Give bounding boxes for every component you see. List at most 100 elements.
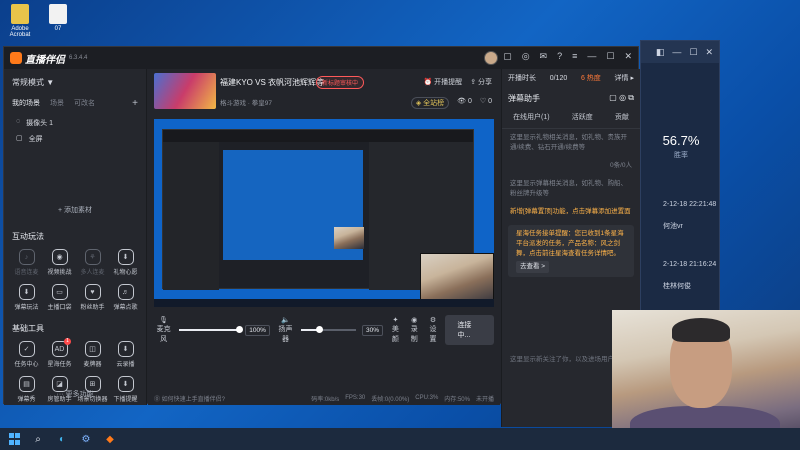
- maximize-icon[interactable]: ☐: [689, 47, 697, 58]
- assistant-icons: ▢ ◎ ⧉: [609, 93, 634, 104]
- close-icon[interactable]: ✕: [624, 51, 632, 62]
- minimize-icon[interactable]: —: [587, 51, 596, 62]
- more-functions-button[interactable]: ··· 更多功能: [4, 389, 146, 399]
- quick-start-link[interactable]: ⓪ 如何快速上手直播伴侣?: [154, 394, 305, 403]
- source-label: 摄像头 1: [26, 120, 54, 127]
- desktop-icon-adobe[interactable]: Adobe Acrobat: [2, 4, 38, 38]
- beauty-icon: ✦: [392, 317, 399, 324]
- menu-icon[interactable]: ≡: [572, 51, 577, 62]
- tool-interactive-7[interactable]: ♬ 弹幕点歌: [109, 284, 142, 311]
- stream-cover[interactable]: [154, 73, 216, 109]
- tool-interactive-6[interactable]: ♥ 粉丝助手: [76, 284, 109, 311]
- snap-icon[interactable]: ◧: [656, 47, 665, 58]
- file-icon: [49, 4, 67, 24]
- app-logo: 直播伴侣: [10, 51, 65, 66]
- live-reminder-button[interactable]: ⏰ 开播提醒: [424, 77, 463, 87]
- source-item-camera[interactable]: ◌ 摄像头 1: [4, 115, 146, 131]
- preview-taskbar: [154, 299, 494, 307]
- stream-title[interactable]: 福建KYO VS 衣帆河池辉辉等: [220, 77, 324, 88]
- mic-volume-knob[interactable]: [236, 326, 244, 333]
- beauty-button[interactable]: ✦ 美颜: [389, 316, 402, 344]
- site-rank-chip[interactable]: ◈ 全站榜: [410, 97, 450, 109]
- tool-interactive-5[interactable]: ▭ 主播口袋: [43, 284, 76, 311]
- speaker-volume-knob[interactable]: [316, 326, 324, 333]
- mode-dropdown[interactable]: 常规模式 ▼: [12, 77, 54, 88]
- live-status: 未开播: [475, 396, 494, 403]
- heat-value: 6 热度: [580, 75, 601, 82]
- headset-icon[interactable]: ◎: [522, 51, 530, 62]
- record-button[interactable]: ◉ 录制: [408, 316, 421, 344]
- speaker-control[interactable]: 🔈 扬声器: [276, 316, 295, 344]
- pin-danmaku-notice[interactable]: 新增[弹幕置顶]功能，点击弹幕添加进置面: [502, 203, 640, 221]
- win-rate-label: 胜率: [674, 152, 688, 159]
- minimize-icon[interactable]: —: [672, 47, 681, 57]
- tool-interactive-3[interactable]: ⬇ 礼物心愿: [109, 249, 142, 276]
- desktop-icon-07[interactable]: 07: [40, 4, 76, 32]
- tab-activity[interactable]: 活跃度: [572, 112, 593, 122]
- tool-basic-1[interactable]: AD 1 星海任务: [43, 338, 76, 368]
- background-window[interactable]: ◧ — ☐ ✕ 56.7% 胜率 2-12-18 22:21:48 何池vr 2…: [640, 40, 720, 330]
- tool-basic-3[interactable]: ⬇ 云录播: [109, 341, 142, 368]
- window-icon[interactable]: ▢: [609, 93, 617, 102]
- record-text: 桂林何俊: [663, 283, 691, 290]
- maximize-icon[interactable]: ☐: [606, 51, 614, 62]
- tool-basic-0[interactable]: ✓ 任务中心: [10, 341, 43, 368]
- basic-tools-title: 基础工具: [12, 324, 44, 333]
- tool-interactive-4[interactable]: ⬇ 弹幕玩法: [10, 284, 43, 311]
- tool-interactive-2[interactable]: ⚘ 多人连麦: [76, 249, 109, 276]
- background-window-titlebar: ◧ — ☐ ✕: [641, 41, 719, 63]
- logo-icon: [10, 52, 22, 64]
- settings-button[interactable]: ⚙ 设置: [427, 316, 440, 344]
- stream-category[interactable]: 格斗游戏 · 拳皇97: [220, 97, 272, 107]
- live-stats-bar: 开播时长 0/120 6 热度 详情 ▸: [502, 69, 640, 87]
- stream-actions: ⏰ 开播提醒 ⇪ 分享: [424, 77, 492, 87]
- search-icon[interactable]: ⌕: [32, 433, 44, 445]
- stream-preview[interactable]: [154, 119, 494, 307]
- edge-icon[interactable]: ◐: [56, 433, 68, 445]
- tab-online-users[interactable]: 在线用户(1): [513, 112, 550, 122]
- tool-interactive-1[interactable]: ◉ 视频挑战: [43, 249, 76, 276]
- source-item-fullscreen[interactable]: ▢ 全屏: [4, 131, 146, 147]
- close-icon[interactable]: ✕: [705, 47, 713, 58]
- settings-icon[interactable]: ◎: [619, 93, 626, 102]
- settings-label: 设置: [429, 326, 437, 343]
- details-link[interactable]: 详情 ▸: [615, 73, 634, 83]
- tool-icon: ⬇: [18, 284, 35, 300]
- user-avatar[interactable]: [484, 51, 498, 65]
- app-icon[interactable]: ◆: [104, 433, 116, 445]
- share-button[interactable]: ⇪ 分享: [470, 77, 492, 87]
- bitrate: 码率:0kb/s: [311, 396, 340, 403]
- add-source-button[interactable]: + 添加素材: [4, 205, 146, 215]
- tool-interactive-0[interactable]: ♪ 语音连麦: [10, 249, 43, 276]
- beauty-label: 美颜: [391, 326, 399, 343]
- tab-contribution[interactable]: 贡献: [615, 112, 629, 122]
- tool-icon: ⬇: [117, 341, 134, 357]
- windows-taskbar: ⌕ ◐ ⚙ ◆: [0, 428, 800, 450]
- app-name: 直播伴侣: [25, 54, 65, 66]
- task-notice-text: 星海任务接单提醒：您已收到1条星海平台派发的任务，产品名称：风之剑舞，点击前往星…: [516, 230, 624, 257]
- connect-button[interactable]: 连接中...: [445, 315, 494, 345]
- message-icon[interactable]: ▢: [503, 51, 512, 62]
- mic-volume-slider[interactable]: [179, 326, 244, 333]
- viewer-count: 👁 0: [457, 98, 472, 105]
- mic-volume-value[interactable]: 100%: [245, 324, 270, 336]
- nested-header: [163, 130, 473, 142]
- scene-tab[interactable]: 可改名: [74, 98, 95, 109]
- interactive-section-title: 互动玩法: [12, 232, 44, 241]
- speaker-volume-value[interactable]: 30%: [361, 324, 383, 336]
- add-scene-icon[interactable]: +: [132, 98, 138, 109]
- scene-tab[interactable]: 我的场景: [12, 98, 40, 109]
- tool-basic-2[interactable]: ◫ 麦牌器: [76, 341, 109, 368]
- scene-tab[interactable]: 场景: [50, 98, 64, 109]
- settings-icon[interactable]: ⚙: [80, 433, 92, 445]
- audience-count: 0/120: [549, 74, 568, 82]
- speaker-volume-slider[interactable]: [301, 326, 356, 333]
- popout-icon[interactable]: ⧉: [628, 93, 634, 102]
- view-task-button[interactable]: 去查看 >: [516, 261, 550, 273]
- tool-icon: ♬: [117, 284, 134, 300]
- mail-icon[interactable]: ✉: [540, 51, 548, 62]
- help-icon[interactable]: ?: [557, 51, 562, 62]
- windows-icon[interactable]: [8, 433, 20, 445]
- record-text: 何池vr: [663, 223, 683, 230]
- mic-control[interactable]: 🎙 麦克风: [154, 316, 173, 344]
